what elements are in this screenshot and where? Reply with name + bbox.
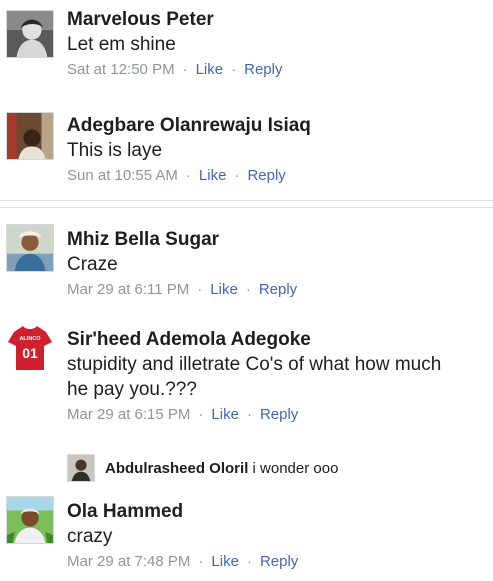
- commenter-name[interactable]: Marvelous Peter: [67, 8, 487, 32]
- user-avatar-icon: [7, 225, 53, 271]
- avatar[interactable]: [6, 112, 54, 160]
- user-avatar-icon: [7, 11, 53, 57]
- comment-item: Ola Hammed crazy Mar 29 at 7:48 PM · Like ·…: [0, 494, 493, 578]
- separator-dot: ·: [245, 281, 251, 298]
- section-divider: [0, 200, 493, 208]
- comment-item: Mhiz Bella Sugar Craze Mar 29 at 6:11 PM…: [0, 222, 493, 306]
- comment-item: Adegbare Olanrewaju Isiaq This is laye S…: [0, 108, 493, 192]
- separator-dot: ·: [246, 553, 252, 570]
- comment-text: crazy: [67, 526, 113, 547]
- separator-dot: ·: [185, 167, 191, 184]
- comment-meta: Sun at 10:55 AM · Like · Reply: [67, 166, 487, 186]
- like-button[interactable]: Like: [210, 281, 238, 298]
- like-button[interactable]: Like: [196, 61, 224, 78]
- user-avatar-icon: [7, 497, 53, 543]
- comment-meta: Sat at 12:50 PM · Like · Reply: [67, 60, 487, 80]
- comment-timestamp[interactable]: Sat at 12:50 PM: [67, 61, 175, 78]
- reply-button[interactable]: Reply: [260, 406, 298, 423]
- like-button[interactable]: Like: [211, 553, 239, 570]
- comment-timestamp[interactable]: Mar 29 at 6:11 PM: [67, 281, 189, 298]
- reply-button[interactable]: Reply: [259, 281, 297, 298]
- separator-dot: ·: [198, 553, 204, 570]
- comment-meta: Mar 29 at 7:48 PM · Like · Reply: [67, 552, 487, 572]
- comment-text-line: stupidity and illetrate Co's of what how…: [67, 354, 442, 375]
- user-avatar-icon: [68, 455, 94, 481]
- reply-avatar[interactable]: [67, 454, 95, 482]
- commenter-name[interactable]: Adegbare Olanrewaju Isiaq: [67, 114, 487, 138]
- reply-button[interactable]: Reply: [247, 167, 285, 184]
- comment-text: This is laye: [67, 140, 163, 161]
- separator-dot: ·: [197, 281, 203, 298]
- comment-text-line: he pay you.???: [67, 379, 197, 400]
- reply-author-name[interactable]: Abdulrasheed Oloril: [105, 460, 248, 477]
- like-button[interactable]: Like: [199, 167, 227, 184]
- separator-dot: ·: [231, 61, 237, 78]
- separator-dot: ·: [182, 61, 188, 78]
- user-avatar-icon: [7, 113, 53, 159]
- separator-dot: ·: [198, 406, 204, 423]
- avatar[interactable]: [6, 10, 54, 58]
- avatar[interactable]: [6, 496, 54, 544]
- reply-button[interactable]: Reply: [244, 61, 282, 78]
- separator-dot: ·: [246, 406, 252, 423]
- comment-meta: Mar 29 at 6:11 PM · Like · Reply: [67, 280, 487, 300]
- avatar[interactable]: [6, 224, 54, 272]
- comment-meta: Mar 29 at 6:15 PM · Like · Reply: [67, 405, 487, 425]
- comment-timestamp[interactable]: Mar 29 at 6:15 PM: [67, 406, 190, 423]
- commenter-name[interactable]: Mhiz Bella Sugar: [67, 228, 487, 252]
- jersey-brand-text: ALINCO: [19, 336, 41, 342]
- comment-text: Craze: [67, 254, 118, 275]
- reply-preview: Abdulrasheed Oloril i wonder ooo: [105, 459, 338, 479]
- avatar[interactable]: ALINCO 01: [6, 322, 54, 370]
- comment-timestamp[interactable]: Sun at 10:55 AM: [67, 167, 178, 184]
- comment-item: ALINCO 01 Sir'heed Ademola Adegoke stupi…: [0, 322, 493, 434]
- comment-text: Let em shine: [67, 34, 176, 55]
- separator-dot: ·: [234, 167, 240, 184]
- jersey-number-text: 01: [22, 345, 38, 361]
- reply-button[interactable]: Reply: [260, 553, 298, 570]
- commenter-name[interactable]: Ola Hammed: [67, 500, 487, 524]
- commenter-name[interactable]: Sir'heed Ademola Adegoke: [67, 328, 487, 352]
- comment-item: Marvelous Peter Let em shine Sat at 12:5…: [0, 6, 493, 90]
- reply-preview-text: i wonder ooo: [252, 460, 339, 477]
- like-button[interactable]: Like: [211, 406, 239, 423]
- comment-timestamp[interactable]: Mar 29 at 7:48 PM: [67, 553, 190, 570]
- jersey-avatar-icon: ALINCO 01: [6, 322, 54, 370]
- nested-reply[interactable]: Abdulrasheed Oloril i wonder ooo: [67, 454, 487, 484]
